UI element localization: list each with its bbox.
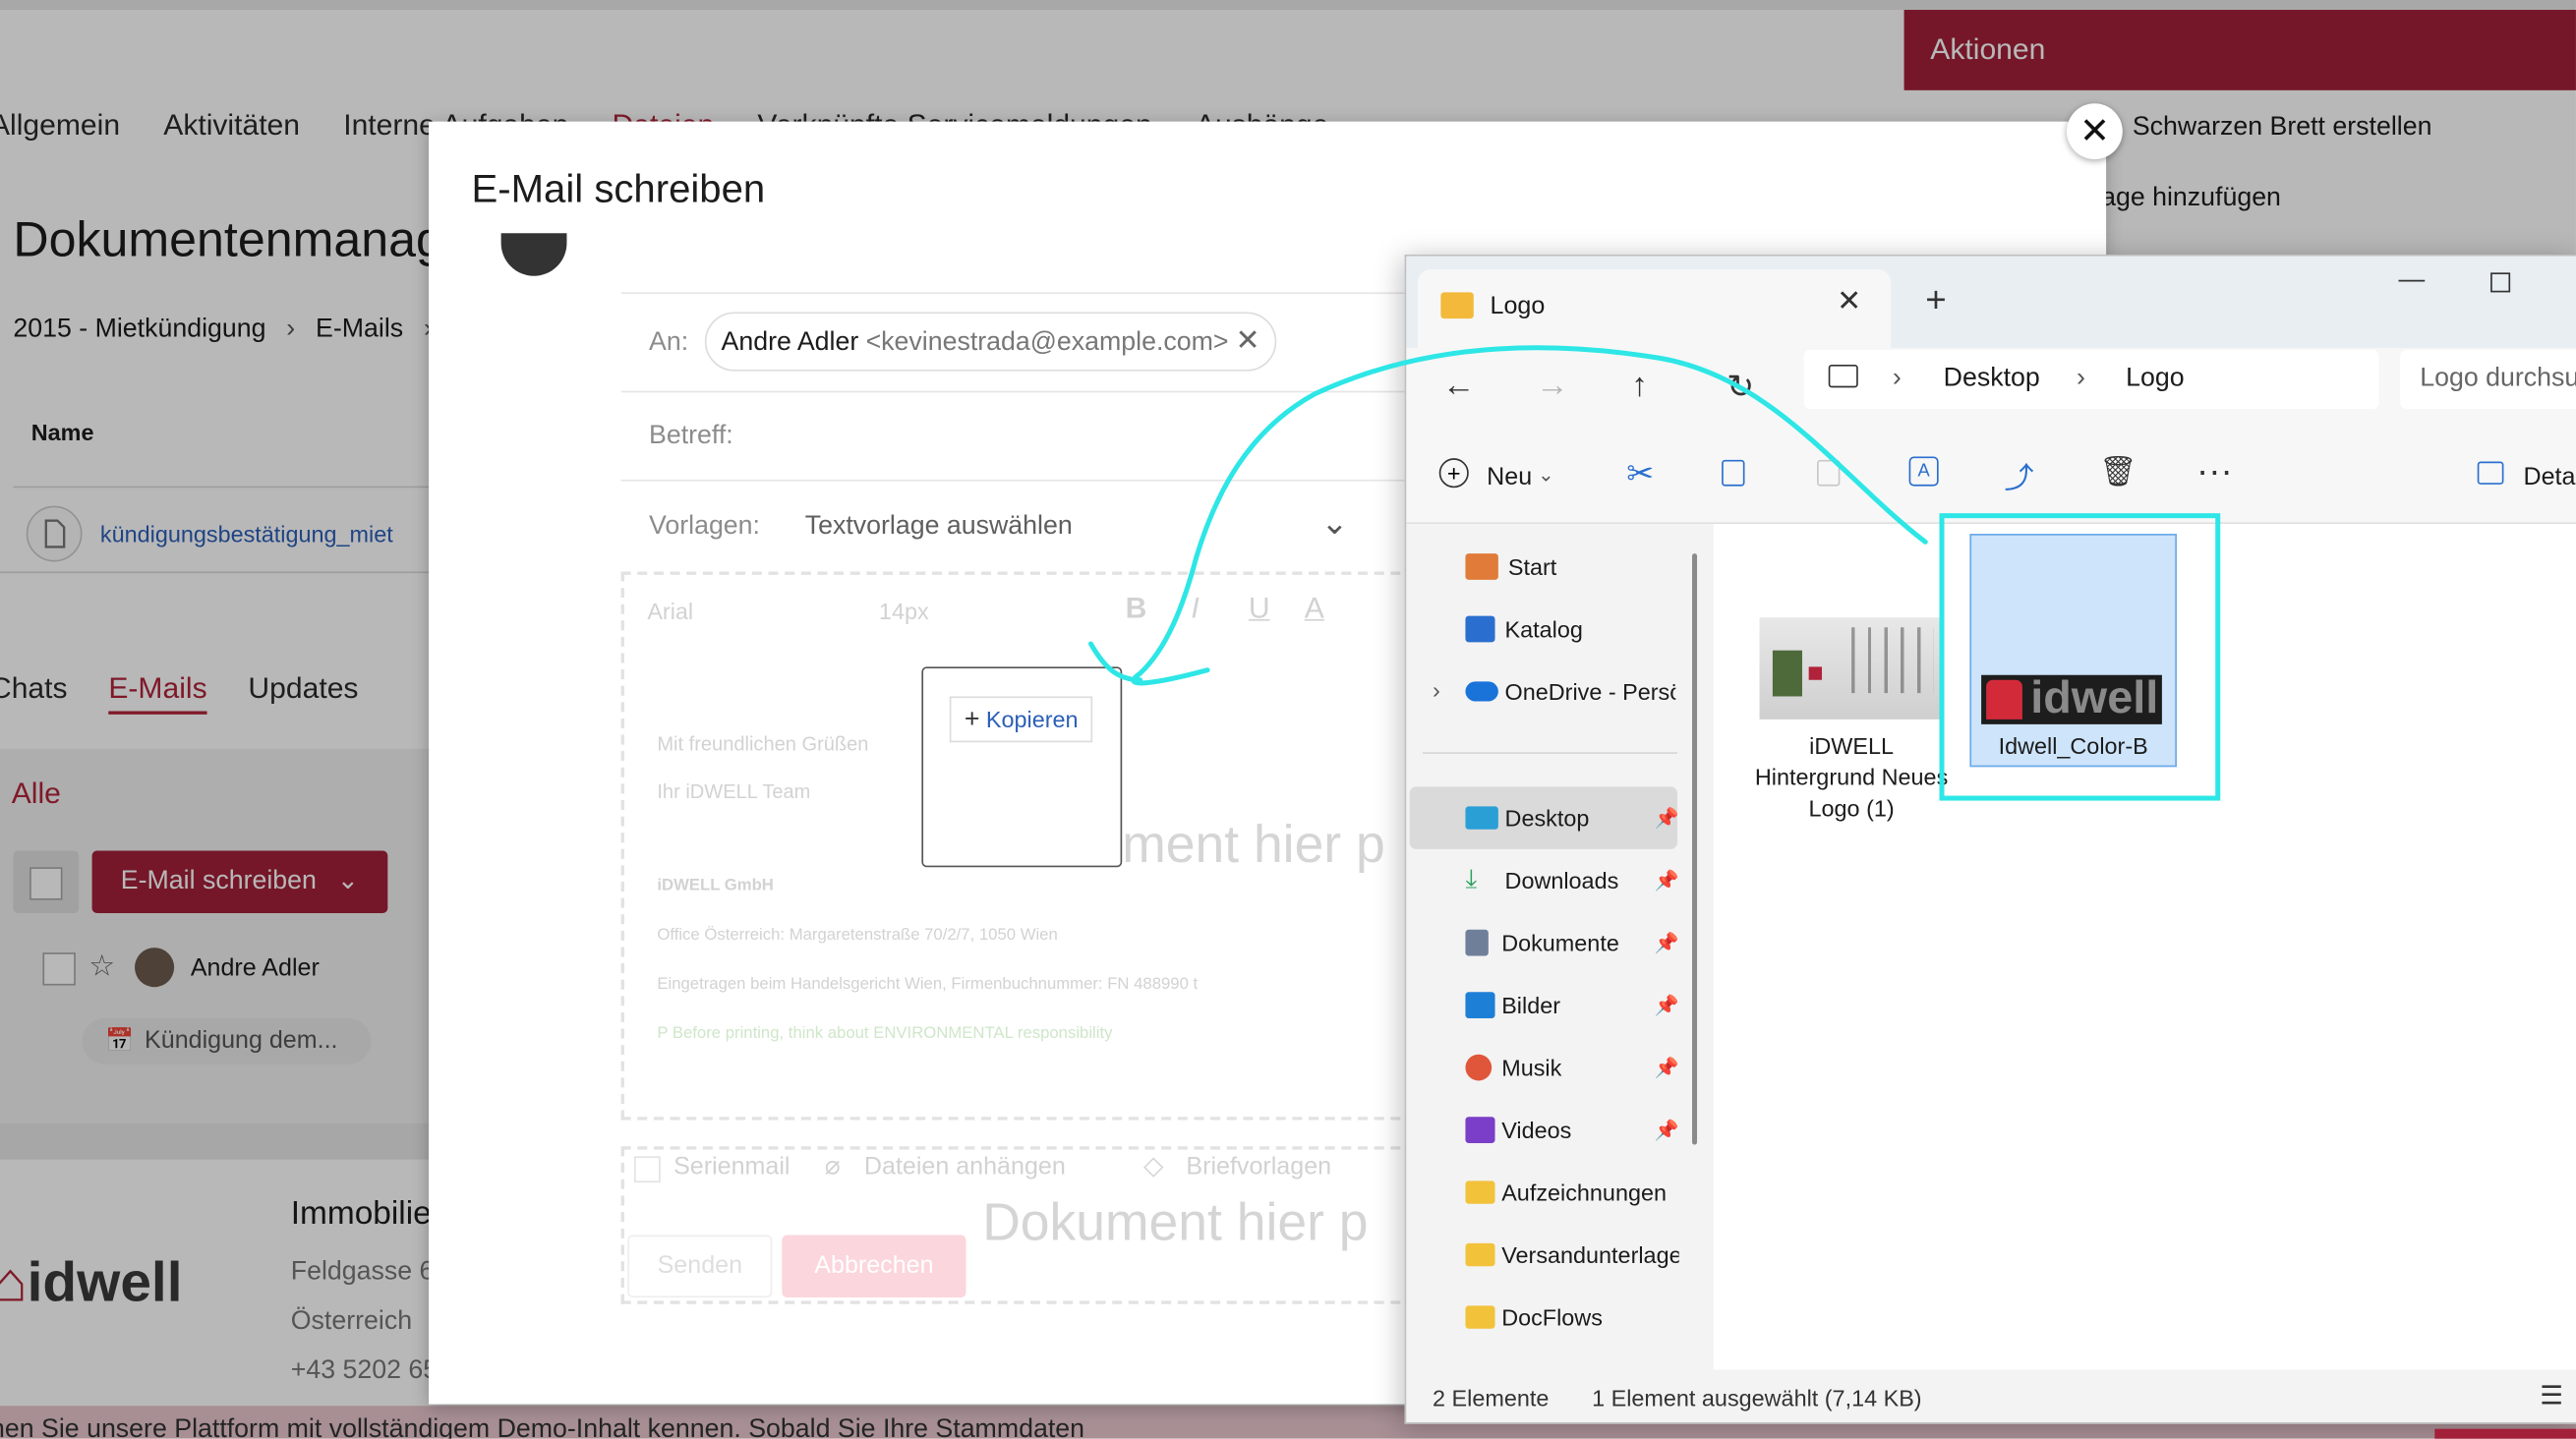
annotation-overlay bbox=[1087, 345, 2221, 801]
drag-path-tail bbox=[1087, 641, 1143, 683]
drag-path-annotation bbox=[1131, 345, 1928, 686]
highlight-box-annotation bbox=[1939, 513, 2221, 801]
corner-accent bbox=[2434, 1428, 2576, 1439]
